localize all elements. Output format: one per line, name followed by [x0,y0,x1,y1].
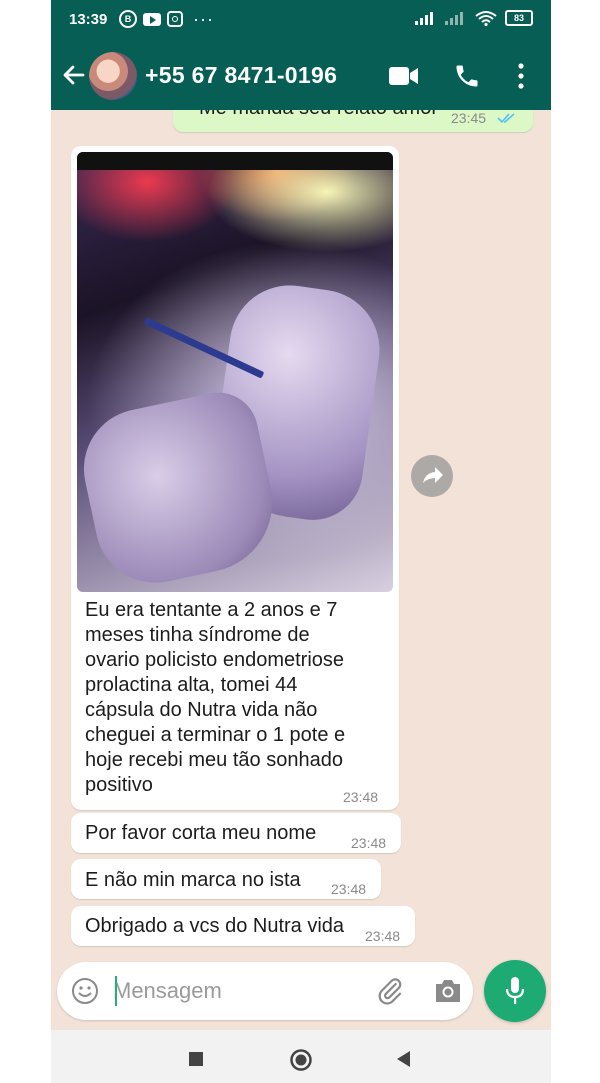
read-ticks-icon [497,113,515,124]
emoji-icon[interactable] [71,977,99,1005]
menu-more-icon[interactable] [517,62,525,90]
message-incoming[interactable]: Obrigado a vcs do Nutra vida 23:48 [71,906,415,946]
wifi-icon [475,11,497,26]
battery-icon: 83 [505,10,533,26]
phone-screen: 13:39 B ··· 83 +55 67 8471-0196 Me manda… [51,0,551,1083]
message-time: 23:48 [343,789,379,805]
baby-sock [77,385,286,592]
back-arrow-icon[interactable] [61,60,87,90]
text-cursor [115,976,117,1006]
status-bar: 13:39 B ··· 83 [51,0,551,42]
youtube-icon [143,12,161,26]
message-time: 23:48 [351,835,387,851]
home-icon[interactable] [289,1048,313,1072]
caption-line: cápsula do Nutra vida não [85,699,318,721]
back-icon[interactable] [395,1050,411,1068]
signal-icon [415,12,433,25]
system-icons: 83 [415,10,533,26]
photo-dark-band [77,152,393,170]
contact-name[interactable]: +55 67 8471-0196 [145,62,337,89]
video-call-icon[interactable] [389,66,419,86]
message-text: Me manda seu relato amor [199,110,438,121]
message-incoming[interactable]: Por favor corta meu nome 23:48 [71,813,401,853]
forward-button[interactable] [411,455,453,497]
notification-icons: B ··· [119,10,214,28]
chat-header: +55 67 8471-0196 [51,42,551,110]
message-time: 23:45 [451,110,487,126]
message-incoming-image[interactable]: Eu era tentante a 2 anos e 7 meses tinha… [71,146,399,810]
camera-icon[interactable] [433,977,463,1005]
message-text: E não min marca no ista [85,869,301,891]
message-input[interactable] [113,972,363,1010]
caption-line: positivo [85,774,153,796]
message-incoming[interactable]: E não min marca no ista 23:48 [71,859,381,899]
message-photo[interactable] [77,152,393,592]
message-time: 23:48 [365,928,401,944]
instagram-icon [167,11,183,27]
message-caption: Eu era tentante a 2 anos e 7 meses tinha… [85,598,385,798]
message-time: 23:48 [331,881,367,897]
more-notifications-icon: ··· [193,9,214,29]
chat-area: Me manda seu relato amor 23:45 Eu era te… [51,110,551,955]
forward-arrow-icon [423,467,443,483]
voice-message-button[interactable] [484,960,546,1022]
contact-avatar[interactable] [89,52,137,100]
caption-line: hoje recebi meu tão sonhado [85,749,343,771]
caption-line: ovario policisto endometriose [85,649,345,671]
caption-line: Eu era tentante a 2 anos e 7 [85,599,338,621]
message-composer [57,962,473,1020]
signal-2-icon [445,12,463,25]
message-text: Obrigado a vcs do Nutra vida [85,915,345,937]
recent-apps-icon[interactable] [189,1052,203,1066]
status-time: 13:39 [69,11,108,28]
bitcoin-icon: B [119,10,137,28]
phone-call-icon[interactable] [453,62,481,90]
system-navigation-bar [51,1030,551,1083]
caption-line: meses tinha síndrome de [85,624,310,646]
message-outgoing[interactable]: Me manda seu relato amor 23:45 [173,110,533,132]
microphone-icon [505,977,525,1004]
message-text: Por favor corta meu nome [85,822,317,844]
caption-line: prolactina alta, tomei 44 [85,674,298,696]
caption-line: cheguei a terminar o 1 pote e [85,724,346,746]
attach-paperclip-icon[interactable] [375,976,405,1006]
